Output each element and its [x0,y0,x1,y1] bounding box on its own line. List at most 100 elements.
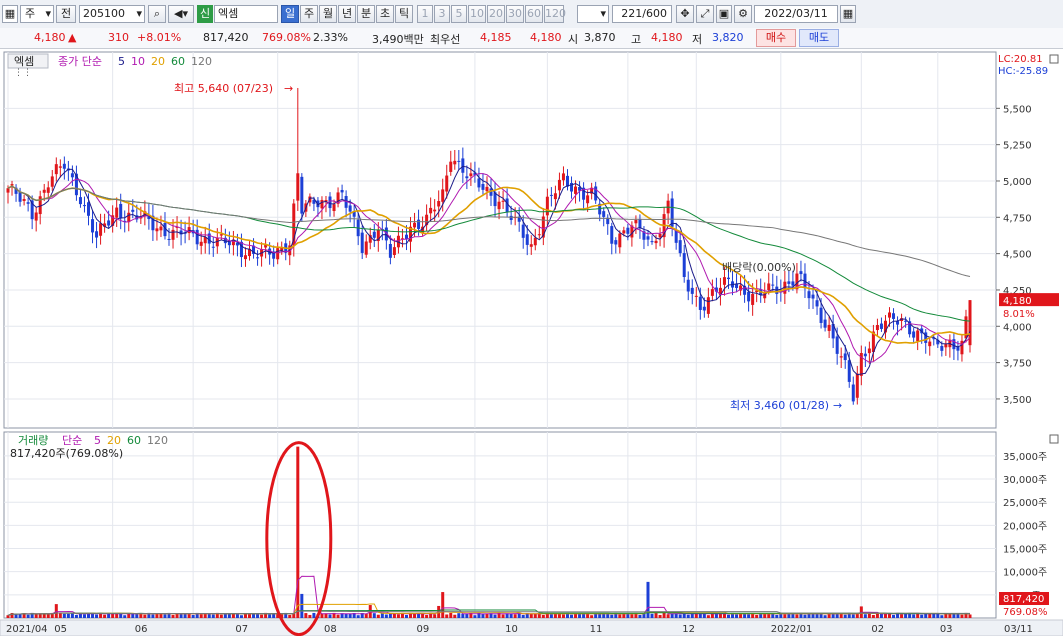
gear-icon[interactable]: ⚙ [734,5,752,23]
period-tab-1[interactable]: 주 [300,5,318,23]
candle-body [791,281,795,286]
count-field[interactable]: 221/600 [612,5,672,23]
candle-body [835,336,839,354]
candle-body [682,253,686,278]
candle-body [855,373,859,398]
low-annotation: 최저 3,460 (01/28) [730,399,829,412]
chevron-down-icon: ▾ [136,7,142,20]
period-tab-4[interactable]: 분 [357,5,375,23]
volume-bar [481,614,485,618]
candle-body [614,240,618,245]
volume-bar [493,614,497,618]
candle-body [674,230,678,243]
candle-body [815,300,819,307]
period-tab-0[interactable]: 일 [281,5,299,23]
prev-button[interactable]: 전 [56,5,76,23]
volume-bar [103,614,107,618]
candle-body [638,219,642,229]
interval-button-6[interactable]: 60 [525,5,543,23]
volume-bar [131,614,135,618]
line-tool-icon[interactable]: ⤢ [696,5,714,23]
interval-button-0[interactable]: 1 [417,5,433,23]
volume-bar [666,614,670,618]
volume-bar [694,613,698,618]
volume-bar [115,614,119,618]
grip-icon: ⋮⋮ [14,68,32,78]
candle-body [690,287,694,294]
high-label: 고 [631,33,642,46]
period-tab-6[interactable]: 틱 [395,5,413,23]
candle-body [879,323,883,329]
volume-bar [747,614,751,618]
interval-button-2[interactable]: 5 [451,5,467,23]
date-field[interactable]: 2022/03/11 [754,5,838,23]
period-tab-2[interactable]: 월 [319,5,337,23]
interval-button-5[interactable]: 30 [506,5,524,23]
volume-bar [767,613,771,618]
volume-bar [239,615,243,618]
new-listing-badge: 신 [197,5,213,23]
speaker-icon[interactable]: ◀▾ [168,5,194,23]
candle-body [485,186,489,192]
sell-button[interactable]: 매도 [799,29,839,47]
period-tab-5[interactable]: 초 [376,5,394,23]
candle-body [912,331,916,338]
candle-body [372,231,376,238]
candle-body [62,163,66,169]
volume-bar [348,614,352,618]
grid-icon[interactable]: ▦ [2,5,18,23]
volume-bar [304,613,308,618]
candle-body [602,211,606,217]
volume-bar [714,614,718,618]
volume-bar [650,613,654,618]
candle-body [771,284,775,286]
volume-bar [461,613,465,618]
save-icon[interactable]: ▣ [716,5,732,23]
period-tab-3[interactable]: 년 [338,5,356,23]
candle-body [726,277,730,280]
last-volume-label: 817,420 [1003,594,1044,605]
crosshair-icon[interactable]: ✥ [676,5,694,23]
candle-body [710,289,714,296]
calendar-icon[interactable]: ▦ [840,5,856,23]
volume-bar [811,613,815,618]
candle-body [851,384,855,402]
volume-bar [288,614,292,618]
volume-bar [328,614,332,618]
last-volume-pct: 769.08% [1003,607,1048,618]
candle-body [863,353,867,357]
price-legend-period: 20 [151,55,165,68]
turnover-rate: 2.33% [313,31,348,44]
candle-body [847,360,851,382]
volume-bar [755,614,759,618]
code-input[interactable]: 205100 ▾ [79,5,145,23]
x-tick-label: 11 [590,624,603,635]
interval-button-4[interactable]: 20 [487,5,505,23]
stock-name-field[interactable]: 엑셈 [214,5,278,23]
interval-button-7[interactable]: 120 [544,5,566,23]
chevron-down-icon: ▾ [600,7,606,20]
stock-chart[interactable]: 3,5003,7504,0004,2504,5004,7505,0005,250… [0,48,1063,636]
volume-bar [248,614,252,618]
candle-body [22,199,26,201]
candle-body [823,319,827,328]
volume-bar [66,613,70,618]
buy-button[interactable]: 매수 [756,29,796,47]
interval-button-3[interactable]: 10 [468,5,486,23]
volume-bar [590,615,594,618]
volume-tick-label: 35,000주 [1003,452,1047,463]
search-icon[interactable]: ⌕ [148,5,166,23]
period-select[interactable]: 주 ▾ [20,5,54,23]
candle-body [678,240,682,254]
volume-bar [143,614,147,618]
x-tick-label: 2022/01 [771,624,813,635]
volume-bar [163,614,167,618]
interval-button-1[interactable]: 3 [434,5,450,23]
candle-body [549,194,553,196]
low-label: 저 [692,33,703,46]
price-tick-label: 3,750 [1003,359,1032,370]
x-tick-label: 08 [324,624,337,635]
interval-select[interactable]: ▾ [577,5,609,23]
candle-body [477,178,481,188]
candle-body [50,176,54,187]
